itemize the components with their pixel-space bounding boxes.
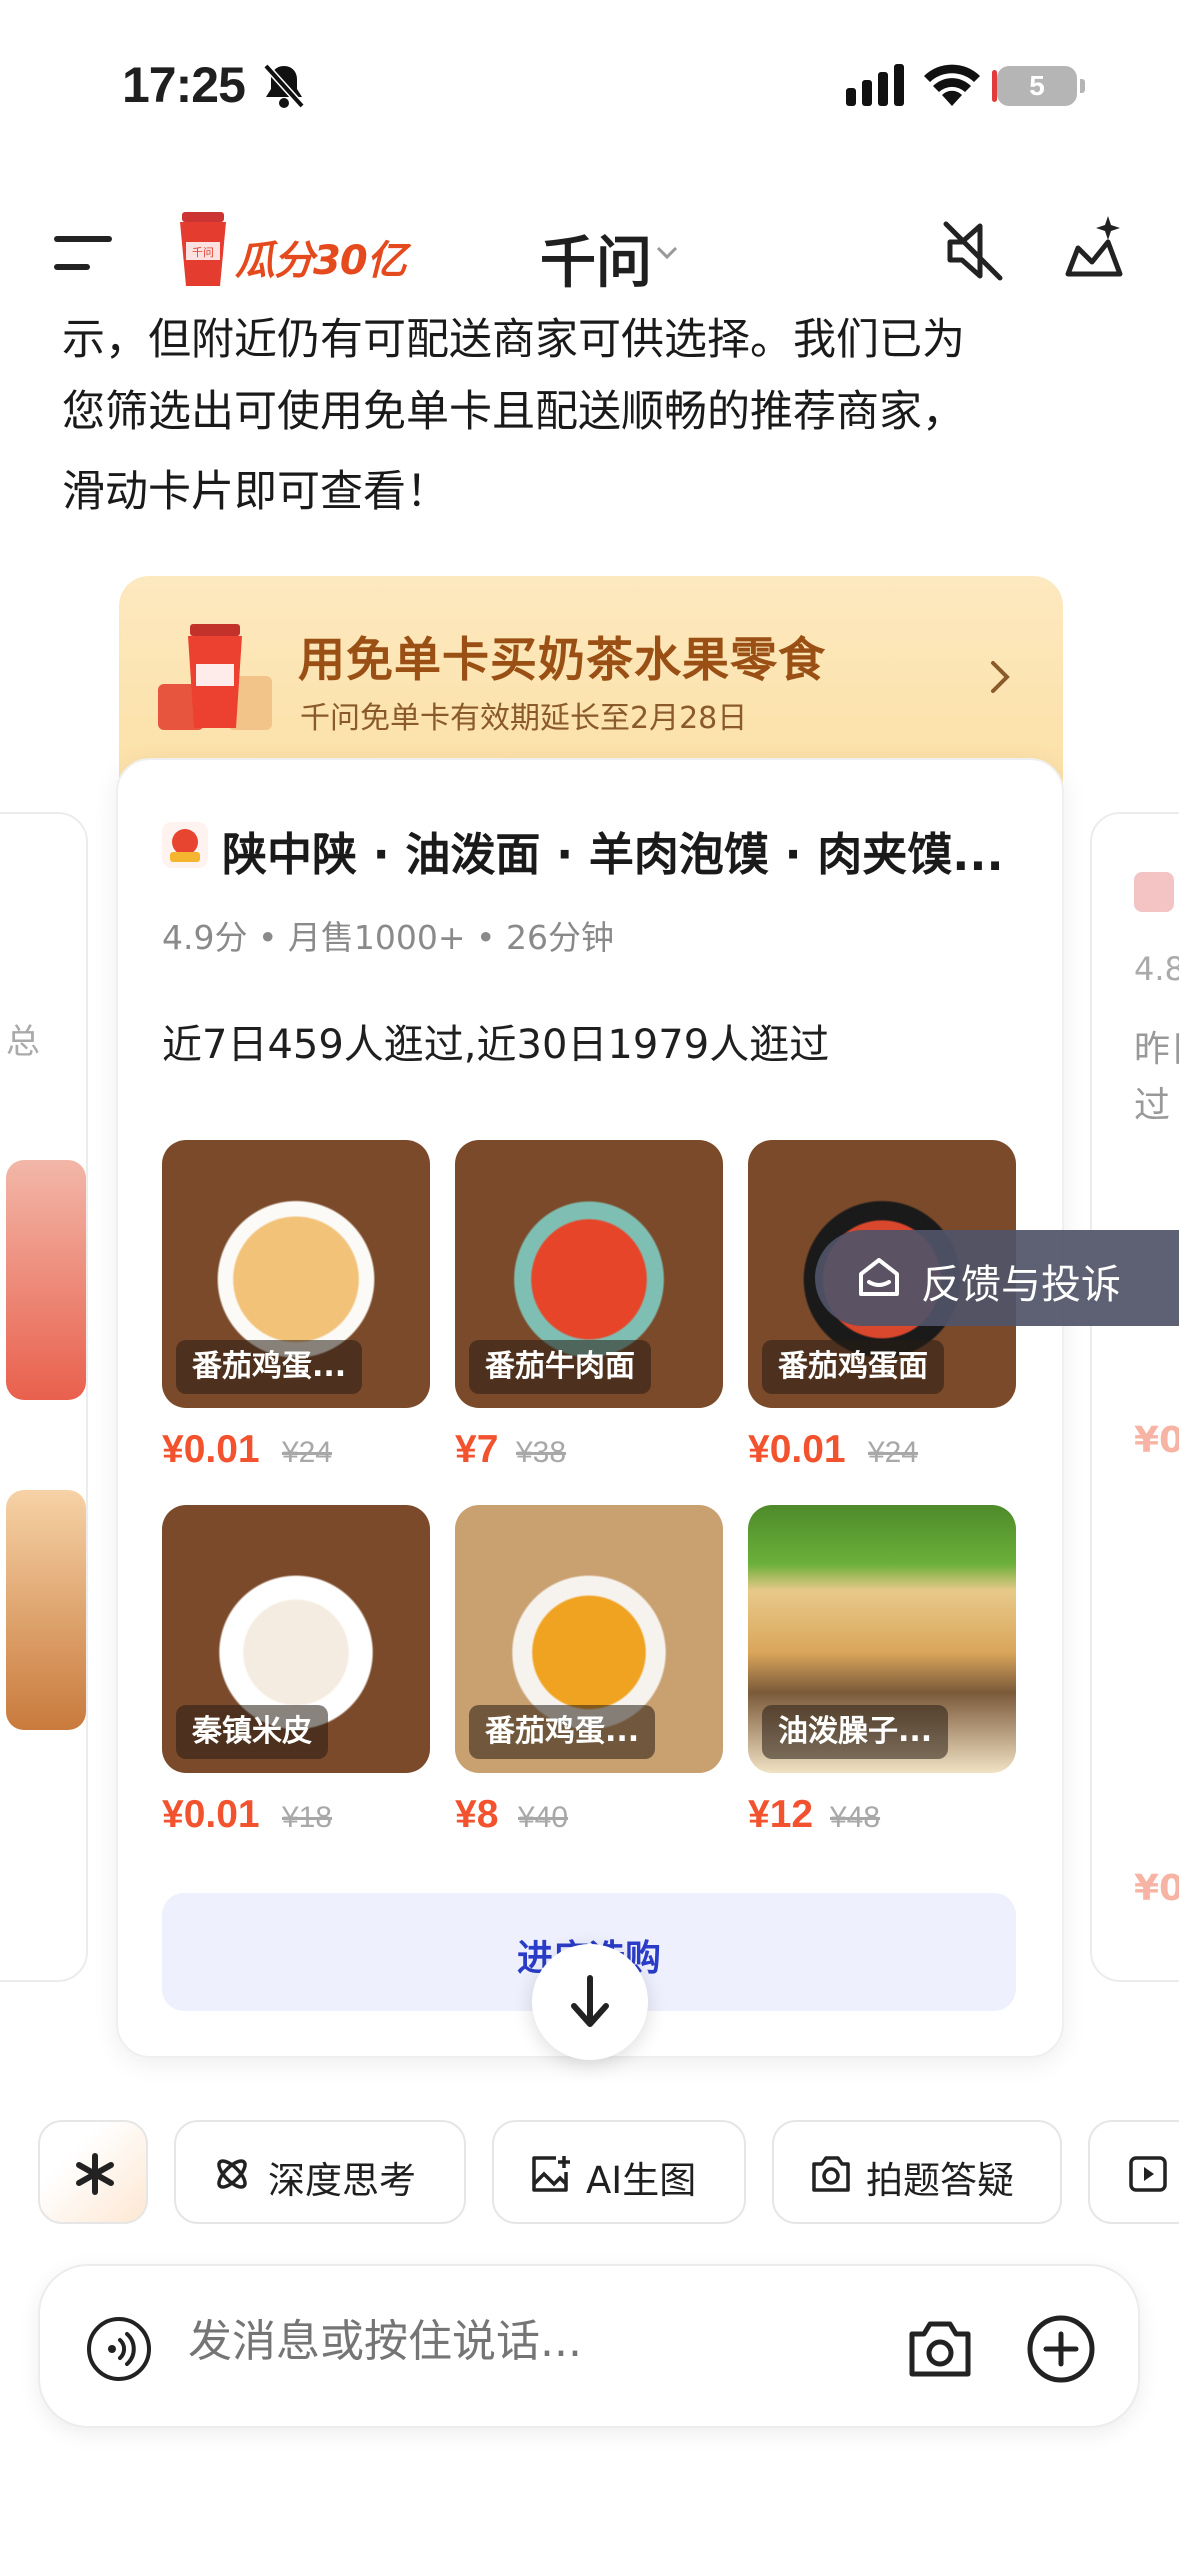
shop-name[interactable]: 陕中陕 · 油泼面 · 羊肉泡馍 · 肉夹馍... [222,818,1004,883]
quick-tool-button[interactable] [38,2120,148,2224]
wifi-icon [924,64,980,106]
food-item[interactable]: 油泼臊子... [748,1505,1016,1773]
food-item-original-price: ¥40 [518,1801,569,1834]
menu-icon[interactable] [54,234,114,274]
food-item-price: ¥0.01 [162,1793,260,1836]
plus-circle-icon[interactable] [1026,2314,1096,2384]
next-shop-card[interactable]: 4.8 昨日 过 ¥0 ¥0 [1090,812,1179,1982]
svg-text:千问: 千问 [192,246,214,259]
feedback-button[interactable]: 反馈与投诉 [815,1230,1179,1326]
page-title[interactable]: 千问 [540,218,652,299]
asterisk-icon [76,2153,114,2195]
next-shop-price: ¥0 [1134,1420,1179,1461]
food-item[interactable]: 番茄鸡蛋... [162,1140,430,1408]
tea-cup-promo-icon[interactable]: 千问 [178,212,228,288]
food-item-original-price: ¥48 [830,1801,881,1834]
atom-icon [217,2159,247,2189]
video-icon [1129,2156,1167,2192]
food-item-price: ¥12 [748,1793,814,1836]
milk-tea-icon [158,624,272,730]
food-item-label: 番茄鸡蛋... [469,1705,656,1759]
next-shop-price: ¥0 [1134,1868,1179,1909]
chat-message-line-2: 您筛选出可使用免单卡且配送顺畅的推荐商家， [62,387,965,437]
food-item-price: ¥0.01 [162,1428,260,1471]
ai-image-button[interactable]: AI生图 [492,2120,746,2224]
deep-think-button[interactable]: 深度思考 [174,2120,466,2224]
food-item-price: ¥8 [455,1793,499,1836]
banner-subtitle: 千问免单卡有效期延长至2月28日 [300,701,748,736]
message-input[interactable] [188,2316,888,2367]
bell-muted-icon [263,63,305,109]
food-item-label: 番茄牛肉面 [469,1340,651,1394]
arrow-down-icon [571,1975,609,2027]
shop-visits: 近7日459人逛过,近30日1979人逛过 [162,1022,830,1068]
chat-message-line-1: 示，但附近仍有可配送商家可供选择。我们已为 [62,315,965,365]
food-item[interactable]: 番茄鸡蛋... [455,1505,723,1773]
signal-icon [846,64,904,106]
food-item-label: 番茄鸡蛋... [176,1340,363,1394]
feedback-label: 反馈与投诉 [921,1262,1121,1308]
food-item-label: 油泼臊子... [762,1705,949,1759]
more-tool-button[interactable] [1088,2120,1179,2224]
photo-qa-button[interactable]: 拍题答疑 [772,2120,1062,2224]
promo-label[interactable]: 瓜分30亿 [235,228,407,286]
new-chat-sparkle-icon[interactable] [1058,212,1128,282]
camera-icon[interactable] [906,2318,974,2380]
food-item-original-price: ¥24 [282,1436,333,1469]
chevron-right-icon[interactable] [990,660,1010,694]
food-item-price: ¥7 [455,1428,499,1471]
food-item-label: 秦镇米皮 [176,1705,328,1759]
next-shop-rating: 4.8 [1134,950,1179,988]
battery-indicator: 5 [992,66,1085,106]
food-item-price: ¥0.01 [748,1428,846,1471]
food-item-label: 番茄鸡蛋面 [762,1340,944,1394]
food-item[interactable]: 番茄牛肉面 [455,1140,723,1408]
prev-shop-card[interactable]: 总 [0,812,88,1982]
ai-image-label: AI生图 [586,2159,697,2202]
chevron-down-icon[interactable] [656,246,678,260]
speaker-muted-icon[interactable] [942,220,1004,282]
photo-qa-label: 拍题答疑 [866,2159,1014,2202]
deep-think-label: 深度思考 [268,2159,416,2202]
voice-icon[interactable] [86,2316,152,2382]
prev-card-image [6,1490,86,1730]
camera-icon [812,2156,850,2192]
next-shop-text: 过 [1134,1085,1171,1126]
shop-meta: 4.9分 • 月售1000+ • 26分钟 [162,918,614,957]
next-shop-text: 昨日 [1134,1029,1179,1070]
food-item-original-price: ¥24 [868,1436,919,1469]
image-plus-icon [532,2156,570,2192]
food-item-original-price: ¥38 [516,1436,567,1469]
inbox-icon [859,1258,899,1296]
prev-card-image [6,1160,86,1400]
message-input-bar [38,2264,1140,2428]
prev-card-text: 总 [6,1022,40,1062]
chat-message-line-3: 滑动卡片即可查看！ [62,467,449,517]
food-item[interactable]: 秦镇米皮 [162,1505,430,1773]
next-shop-logo [1134,872,1174,912]
food-item-original-price: ¥18 [282,1801,333,1834]
shop-logo [162,822,208,868]
banner-title: 用免单卡买奶茶水果零食 [298,633,826,688]
status-time: 17:25 [122,57,246,113]
scroll-down-button[interactable] [532,1944,648,2060]
